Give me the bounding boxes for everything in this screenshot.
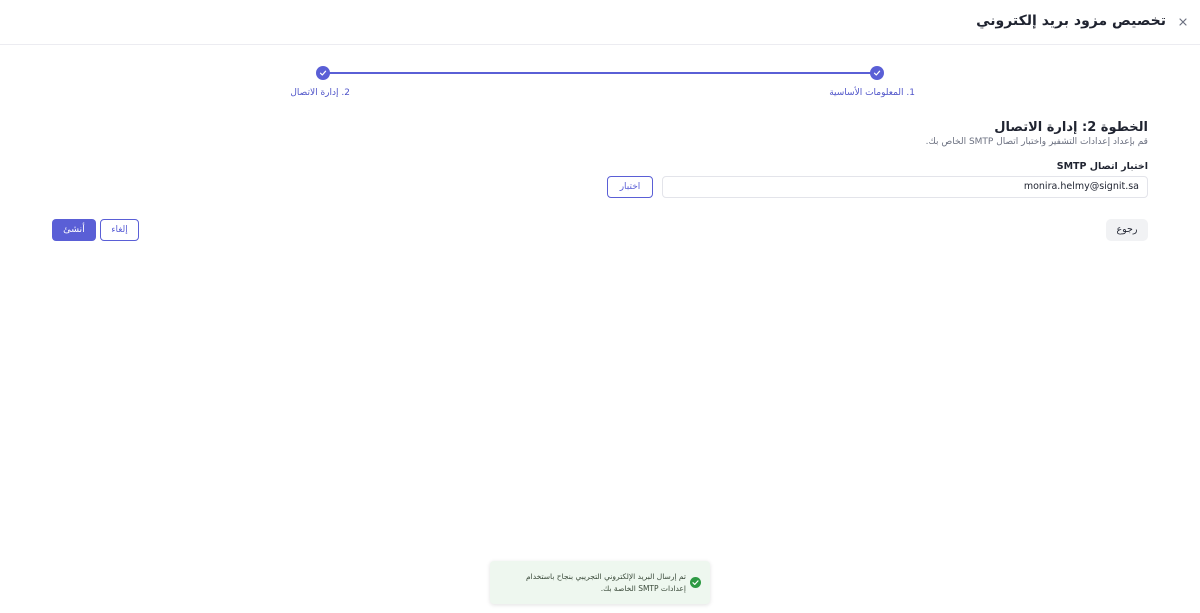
toast-message: تم إرسال البريد الإلكتروني التجريبي بنجا… [525,572,686,593]
email-select-field[interactable]: monira.helmy@signit.sa [662,176,1148,198]
stepper-progress-line [322,72,877,74]
step-2-label: 2. إدارة الاتصال [290,88,350,98]
success-toast: تم إرسال البريد الإلكتروني التجريبي بنجا… [490,561,710,604]
step-1-label: 1. المعلومات الأساسية [829,88,915,98]
back-button[interactable]: رجوع [1106,219,1148,241]
check-circle-icon [690,577,701,588]
step-1-check-icon [870,66,884,80]
close-button[interactable] [1176,14,1190,28]
close-icon [1179,18,1187,26]
dialog-header: تخصيص مزود بريد إلكتروني [0,0,1200,45]
dialog-title: تخصيص مزود بريد إلكتروني [976,13,1166,29]
step-2-check-icon [316,66,330,80]
create-button[interactable]: أنشئ [52,219,96,241]
step-heading: الخطوة 2: إدارة الاتصال [994,120,1148,135]
cancel-button[interactable]: إلغاء [100,219,139,241]
smtp-test-label: اختبار اتصال SMTP [1056,161,1148,172]
test-button[interactable]: اختبار [607,176,653,198]
step-description: قم بإعداد إعدادات التشفير واختبار اتصال … [925,137,1148,147]
